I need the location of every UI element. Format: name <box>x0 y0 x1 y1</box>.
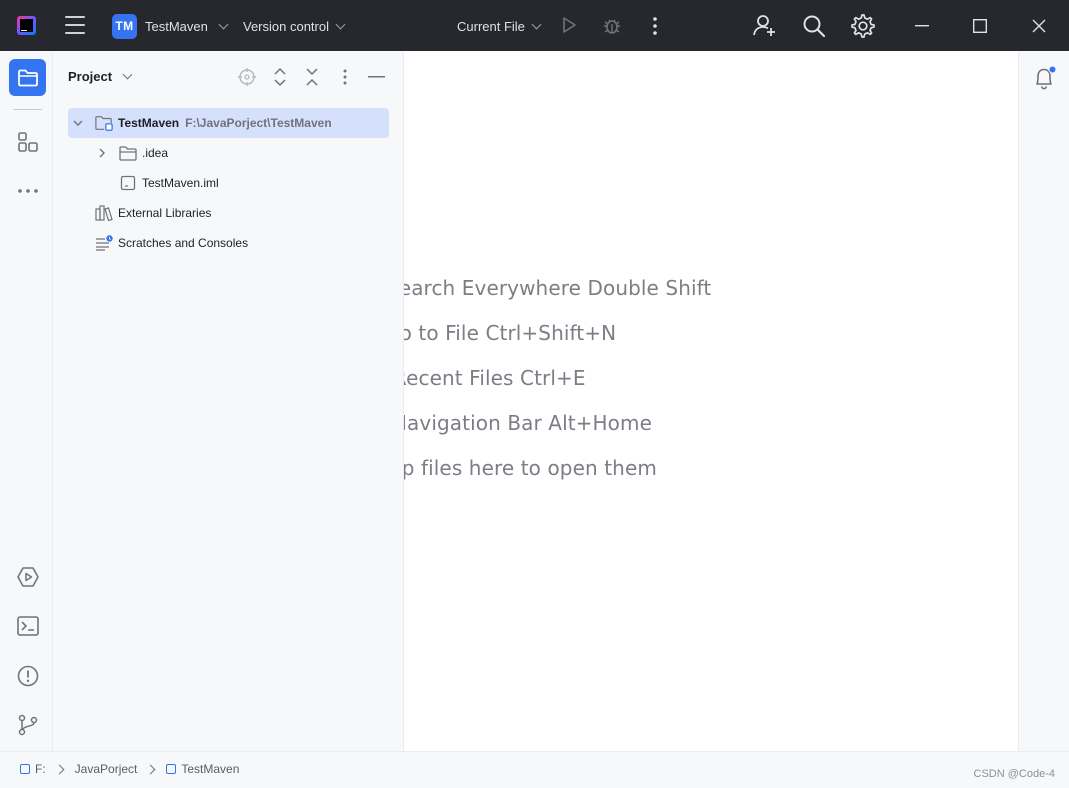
tree-node-scratches[interactable]: Scratches and Consoles <box>68 228 389 258</box>
tree-node-label: .idea <box>142 146 169 160</box>
more-tools-icon[interactable] <box>9 172 46 209</box>
locate-file-icon[interactable] <box>237 65 257 89</box>
hint-recent-files: Recent Files Ctrl+E <box>404 366 586 390</box>
hint-drop-files: Drop files here to open them <box>404 456 657 480</box>
run-config-label: Current File <box>457 18 525 34</box>
debug-icon[interactable] <box>601 15 623 37</box>
more-vertical-icon[interactable] <box>652 16 658 36</box>
breadcrumb-label: F: <box>35 762 46 776</box>
vcs-label: Version control <box>243 18 329 34</box>
breadcrumb: F: JavaPorject TestMaven <box>20 762 239 776</box>
search-icon[interactable] <box>802 14 826 38</box>
structure-icon[interactable] <box>9 123 46 160</box>
project-view-selector[interactable]: Project <box>68 69 133 84</box>
chevron-down-icon <box>531 19 542 29</box>
tree-node-external-libraries[interactable]: External Libraries <box>68 198 389 228</box>
project-tree: TestMaven F:\JavaPorject\TestMaven .idea … <box>68 108 389 258</box>
hint-search-everywhere: Search Everywhere Double Shift <box>404 276 712 300</box>
run-icon[interactable] <box>559 15 579 35</box>
project-panel-title: Project <box>68 69 113 84</box>
problems-icon[interactable] <box>9 657 46 694</box>
project-tool-window: Project TestMaven F:\JavaPorject\TestMave… <box>53 51 404 751</box>
breadcrumb-item[interactable]: F: <box>20 762 46 776</box>
tree-node-label: External Libraries <box>118 206 212 220</box>
watermark: CSDN @Code-4 <box>973 768 1055 780</box>
project-name: TestMaven <box>145 18 208 34</box>
folder-icon <box>119 144 137 162</box>
chevron-right-icon <box>54 764 65 774</box>
chevron-down-icon <box>335 19 346 29</box>
chevron-down-icon[interactable] <box>70 115 86 131</box>
collapse-all-icon[interactable] <box>305 65 319 89</box>
minimize-icon[interactable] <box>915 25 929 27</box>
run-configuration-selector[interactable]: Current File <box>457 13 542 39</box>
notifications-icon[interactable] <box>1033 65 1057 96</box>
breadcrumb-label: JavaPorject <box>74 762 138 776</box>
breadcrumb-item[interactable]: JavaPorject <box>75 762 138 776</box>
scratches-icon <box>95 234 113 252</box>
tree-node-testmaven[interactable]: TestMaven F:\JavaPorject\TestMaven <box>68 108 389 138</box>
libraries-icon <box>95 204 113 222</box>
tree-node-path: F:\JavaPorject\TestMaven <box>185 116 332 130</box>
breadcrumb-item[interactable]: TestMaven <box>166 762 239 776</box>
left-tool-strip <box>0 51 53 751</box>
tree-node-iml-file[interactable]: TestMaven.iml <box>68 168 389 198</box>
module-file-icon <box>119 174 137 192</box>
more-options-icon[interactable] <box>342 65 348 89</box>
tool-strip-separator <box>13 109 42 110</box>
project-widget[interactable]: TM TestMaven <box>112 13 229 39</box>
tree-node-label: Scratches and Consoles <box>118 236 249 250</box>
chevron-right-icon <box>145 764 156 774</box>
breadcrumb-label: TestMaven <box>181 762 240 776</box>
title-bar: TM TestMaven Version control Current Fil… <box>0 0 1069 51</box>
tree-node-label: TestMaven <box>118 116 180 130</box>
project-badge: TM <box>112 13 137 39</box>
right-tool-strip <box>1018 51 1069 751</box>
close-icon[interactable] <box>1032 19 1046 33</box>
run-services-icon[interactable] <box>9 558 46 595</box>
terminal-icon[interactable] <box>9 607 46 644</box>
chevron-right-icon[interactable] <box>94 145 110 161</box>
folder-icon <box>20 764 30 774</box>
hint-navigation-bar: Navigation Bar Alt+Home <box>404 411 652 435</box>
tree-node-idea[interactable]: .idea <box>68 138 389 168</box>
chevron-down-icon <box>218 19 229 29</box>
project-folder-icon[interactable] <box>9 59 46 96</box>
add-user-icon[interactable] <box>752 13 777 38</box>
editor-empty-area[interactable]: Search Everywhere Double Shift Go to Fil… <box>404 51 1018 751</box>
hide-panel-icon[interactable] <box>368 65 385 89</box>
tree-node-label: TestMaven.iml <box>142 176 219 190</box>
expand-all-icon[interactable] <box>273 65 287 89</box>
git-branch-icon[interactable] <box>9 706 46 743</box>
chevron-down-icon <box>122 69 133 80</box>
intellij-logo-icon[interactable] <box>17 16 36 35</box>
module-folder-icon <box>95 114 113 132</box>
maximize-icon[interactable] <box>973 19 987 33</box>
settings-gear-icon[interactable] <box>850 13 876 39</box>
hint-go-to-file: Go to File Ctrl+Shift+N <box>404 321 617 345</box>
module-icon <box>166 764 177 774</box>
main-menu-icon[interactable] <box>64 14 86 36</box>
status-bar: F: JavaPorject TestMaven CSDN @Code-4 <box>0 751 1069 788</box>
version-control-widget[interactable]: Version control <box>243 13 346 39</box>
